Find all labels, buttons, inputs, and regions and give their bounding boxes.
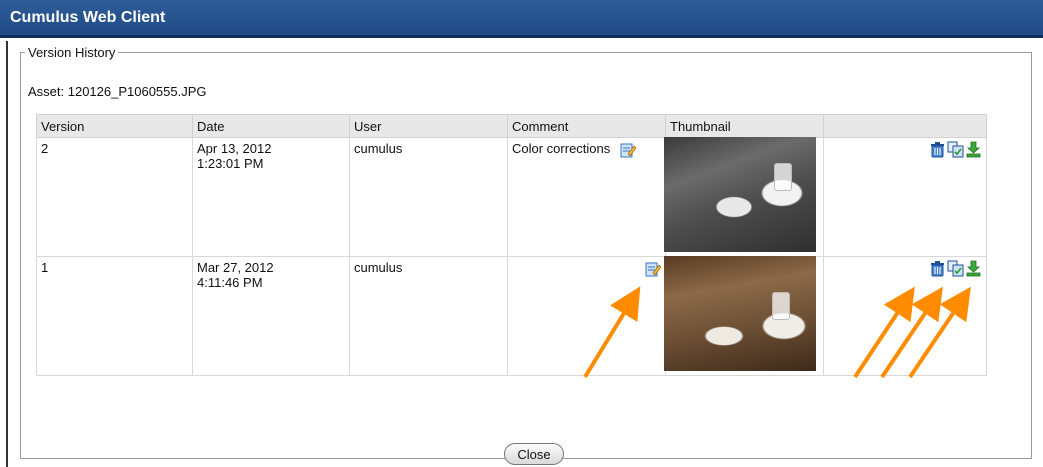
time-line: 4:11:46 PM bbox=[197, 275, 263, 290]
download-icon[interactable] bbox=[965, 260, 982, 277]
download-icon[interactable] bbox=[965, 141, 982, 158]
actions-cell bbox=[823, 256, 987, 376]
date-cell: Apr 13, 2012 1:23:01 PM bbox=[192, 137, 350, 257]
table-header-row: Version Date User Comment Thumbnail bbox=[36, 114, 987, 138]
user-cell: cumulus bbox=[349, 256, 508, 376]
comment-cell: Color corrections bbox=[507, 137, 666, 257]
user-cell: cumulus bbox=[349, 137, 508, 257]
date-line: Apr 13, 2012 bbox=[197, 141, 272, 156]
close-button[interactable]: Close bbox=[504, 443, 564, 465]
thumbnail-cell bbox=[664, 137, 824, 257]
time-line: 1:23:01 PM bbox=[197, 156, 264, 171]
window-title: Cumulus Web Client bbox=[10, 9, 166, 26]
window-titlebar: Cumulus Web Client bbox=[0, 0, 1043, 38]
restore-version-icon[interactable] bbox=[947, 141, 964, 158]
delete-icon[interactable] bbox=[929, 260, 946, 277]
version-cell: 1 bbox=[36, 256, 193, 376]
column-header-date[interactable]: Date bbox=[192, 114, 350, 138]
version-history-legend: Version History bbox=[28, 45, 116, 60]
actions-cell bbox=[823, 137, 987, 257]
version-history-dialog: Version History Asset: 120126_P1060555.J… bbox=[6, 41, 1043, 467]
glass-shape bbox=[772, 292, 790, 320]
version-cell: 2 bbox=[36, 137, 193, 257]
restore-version-icon[interactable] bbox=[947, 260, 964, 277]
edit-comment-icon[interactable] bbox=[645, 261, 662, 277]
column-header-actions bbox=[823, 114, 987, 138]
thumbnail-cell bbox=[664, 256, 824, 376]
asset-label: Asset: 120126_P1060555.JPG bbox=[28, 84, 207, 99]
edit-comment-icon[interactable] bbox=[620, 142, 637, 158]
version-table: Version Date User Comment Thumbnail 2 Ap… bbox=[36, 114, 987, 376]
table-row[interactable]: 2 Apr 13, 2012 1:23:01 PM cumulus Color … bbox=[36, 137, 987, 257]
date-line: Mar 27, 2012 bbox=[197, 260, 274, 275]
thumbnail-image[interactable] bbox=[664, 137, 816, 252]
column-header-thumbnail[interactable]: Thumbnail bbox=[665, 114, 824, 138]
table-row[interactable]: 1 Mar 27, 2012 4:11:46 PM cumulus bbox=[36, 256, 987, 376]
column-header-user[interactable]: User bbox=[349, 114, 508, 138]
date-cell: Mar 27, 2012 4:11:46 PM bbox=[192, 256, 350, 376]
comment-text: Color corrections bbox=[512, 141, 611, 156]
column-header-comment[interactable]: Comment bbox=[507, 114, 666, 138]
glass-shape bbox=[774, 163, 792, 191]
delete-icon[interactable] bbox=[929, 141, 946, 158]
thumbnail-image[interactable] bbox=[664, 256, 816, 371]
column-header-version[interactable]: Version bbox=[36, 114, 193, 138]
comment-cell bbox=[507, 256, 666, 376]
